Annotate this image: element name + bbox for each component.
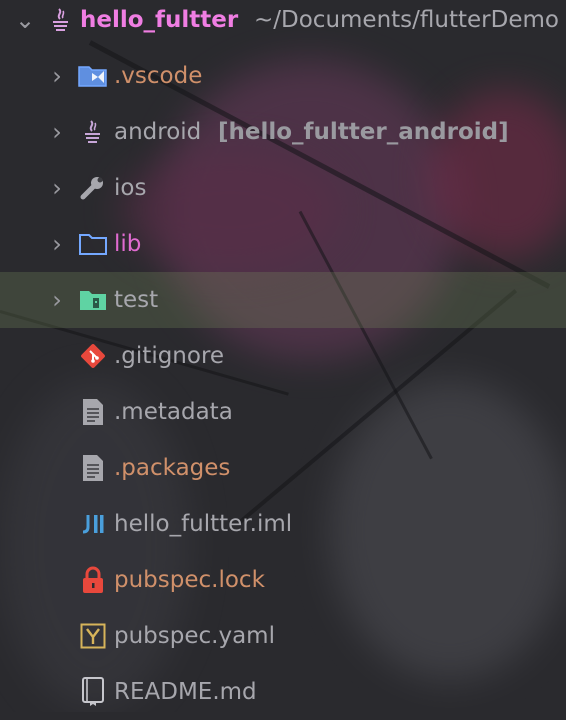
tree-item-label: ios: [114, 175, 147, 201]
tree-item-label: pubspec.lock: [114, 567, 265, 593]
tree-item-label: android: [114, 119, 202, 145]
tree-item-label: lib: [114, 231, 142, 257]
tree-item-android[interactable]: › android [hello_fultter_android]: [0, 104, 566, 160]
tree-item-pubspec-yaml[interactable]: pubspec.yaml: [0, 608, 566, 664]
tree-item-label: .packages: [114, 455, 231, 481]
tree-item-packages[interactable]: .packages: [0, 440, 566, 496]
java-module-icon: [78, 117, 108, 147]
text-file-icon: [78, 453, 108, 483]
tree-item-label: pubspec.yaml: [114, 623, 275, 649]
tree-item-label: hello_fultter.iml: [114, 511, 293, 537]
root-path: ~/Documents/flutterDemo: [254, 7, 559, 33]
tree-item-label: .gitignore: [114, 343, 225, 369]
chevron-right-icon[interactable]: ›: [46, 104, 68, 160]
yaml-icon: [78, 621, 108, 651]
tree-item-label: test: [114, 287, 159, 313]
tree-item-metadata[interactable]: .metadata: [0, 384, 566, 440]
lock-icon: [78, 565, 108, 595]
text-file-icon: [78, 397, 108, 427]
chevron-right-icon[interactable]: ›: [46, 48, 68, 104]
tree-item-label: .vscode: [114, 63, 203, 89]
git-icon: [78, 341, 108, 371]
intellij-module-icon: [78, 509, 108, 539]
tree-item-pubspec-lock[interactable]: pubspec.lock: [0, 552, 566, 608]
module-name-suffix: [hello_fultter_android]: [218, 119, 509, 145]
tree-item-label: .metadata: [114, 399, 233, 425]
markdown-icon: [78, 677, 108, 707]
chevron-right-icon[interactable]: ›: [46, 160, 68, 216]
wrench-icon: [78, 173, 108, 203]
chevron-right-icon[interactable]: ›: [46, 216, 68, 272]
vscode-folder-icon: [78, 61, 108, 91]
tree-item-gitignore[interactable]: .gitignore: [0, 328, 566, 384]
tree-item-vscode[interactable]: › .vscode: [0, 48, 566, 104]
tree-item-ios[interactable]: › ios: [0, 160, 566, 216]
tree-root[interactable]: ⌄ hello_fultter ~/Documents/flutterDemo: [0, 0, 566, 48]
tree-item-test[interactable]: › test: [0, 272, 566, 328]
chevron-right-icon[interactable]: ›: [46, 272, 68, 328]
test-folder-icon: [78, 285, 108, 315]
folder-icon: [78, 229, 108, 259]
java-module-icon: [46, 5, 76, 35]
root-name: hello_fultter: [80, 7, 239, 33]
chevron-down-icon[interactable]: ⌄: [14, 0, 36, 48]
tree-item-lib[interactable]: › lib: [0, 216, 566, 272]
tree-item-iml[interactable]: hello_fultter.iml: [0, 496, 566, 552]
